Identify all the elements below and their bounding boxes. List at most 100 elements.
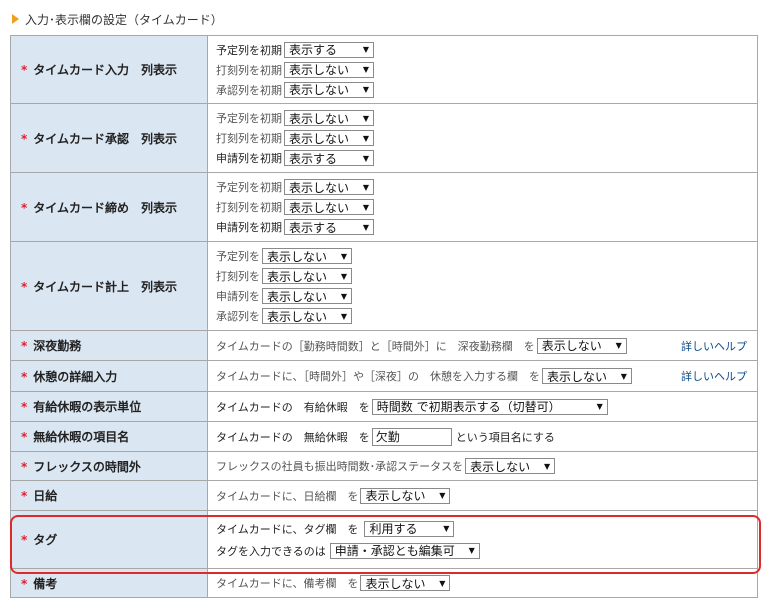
required-mark: * bbox=[21, 430, 28, 444]
chevron-down-icon: ▼ bbox=[362, 222, 369, 232]
chevron-down-icon: ▼ bbox=[615, 341, 622, 350]
setting-line: タイムカードの［勤務時間数］と［時間外］に 深夜勤務欄 を表示しない ▼ bbox=[216, 336, 757, 356]
setting-line: タイムカードに、タグ欄 を利用する ▼ bbox=[216, 518, 757, 540]
setting-line: 打刻列を初期 表示しない ▼ bbox=[216, 128, 757, 148]
chevron-down-icon: ▼ bbox=[362, 202, 369, 212]
setting-line: タイムカードに、備考欄 を表示しない ▼ bbox=[216, 573, 757, 593]
chevron-down-icon: ▼ bbox=[362, 182, 369, 192]
row-label: * タグ bbox=[10, 510, 208, 569]
row-value: フレックスの社員も振出時間数･承認ステータスを 表示しない ▼ bbox=[207, 451, 758, 481]
display-select[interactable]: 表示しない ▼ bbox=[465, 458, 556, 474]
chevron-down-icon: ▼ bbox=[340, 271, 347, 281]
chevron-down-icon: ▼ bbox=[362, 153, 369, 163]
settings-row: * 無給休暇の項目名 タイムカードの 無給休暇 を欠勤 という項目名にする bbox=[10, 421, 758, 452]
setting-line: 予定列を 表示しない ▼ bbox=[216, 246, 757, 266]
section-header: 入力･表示欄の設定（タイムカード） bbox=[12, 8, 223, 30]
display-select[interactable]: 表示する ▼ bbox=[284, 41, 374, 58]
help-link[interactable]: 詳しいヘルプ bbox=[681, 368, 747, 384]
row-label: * タイムカード締め 列表示 bbox=[10, 172, 208, 242]
setting-line: 打刻列を初期 表示しない ▼ bbox=[216, 60, 757, 80]
display-select[interactable]: 表示しない ▼ bbox=[284, 81, 374, 98]
required-mark: * bbox=[21, 369, 28, 384]
display-select[interactable]: 表示する ▼ bbox=[284, 150, 374, 166]
settings-row: * 日給 タイムカードに、日給欄 を表示しない ▼ bbox=[10, 480, 758, 511]
chevron-down-icon: ▼ bbox=[340, 311, 347, 321]
required-mark: * bbox=[21, 200, 28, 215]
settings-row: * フレックスの時間外 フレックスの社員も振出時間数･承認ステータスを 表示しない ▼ bbox=[10, 451, 758, 481]
chevron-down-icon: ▼ bbox=[362, 45, 369, 54]
display-select[interactable]: 表示する ▼ bbox=[284, 219, 374, 235]
settings-row: * タイムカード締め 列表示 予定列を初期 表示しない ▼ 打刻列を初期 表示しない ▼ … bbox=[10, 172, 758, 242]
display-select[interactable]: 表示しない ▼ bbox=[262, 288, 352, 304]
chevron-down-icon: ▼ bbox=[439, 578, 446, 588]
help-link[interactable]: 詳しいヘルプ bbox=[681, 338, 747, 354]
section-title: 入力･表示欄の設定（タイムカード） bbox=[25, 12, 223, 27]
row-value: タイムカードに、日給欄 を表示しない ▼ bbox=[207, 480, 758, 511]
row-value: 予定列を初期 表示しない ▼ 打刻列を初期 表示しない ▼ 申請列を初期 表示する ▼ bbox=[207, 172, 758, 242]
triangle-right-icon bbox=[12, 14, 19, 24]
chevron-down-icon: ▼ bbox=[340, 251, 347, 261]
row-value: タイムカードの［勤務時間数］と［時間外］に 深夜勤務欄 を表示しない ▼ 詳しいヘ… bbox=[207, 330, 758, 361]
display-select[interactable]: 表示しない ▼ bbox=[262, 308, 352, 324]
display-select[interactable]: 表示しない ▼ bbox=[536, 337, 627, 354]
required-mark: * bbox=[21, 489, 28, 503]
settings-row: * 深夜勤務 タイムカードの［勤務時間数］と［時間外］に 深夜勤務欄 を表示しない… bbox=[10, 330, 758, 361]
chevron-down-icon: ▼ bbox=[362, 85, 369, 94]
required-mark: * bbox=[21, 459, 28, 474]
row-label: * 深夜勤務 bbox=[10, 330, 208, 361]
chevron-down-icon: ▼ bbox=[439, 491, 446, 500]
setting-line: 申請列を初期 表示する ▼ bbox=[216, 148, 757, 168]
row-value: 予定列を初期 表示する ▼ 打刻列を初期 表示しない ▼ 承認列を初期 表示しない ▼ bbox=[207, 35, 758, 104]
chevron-down-icon: ▼ bbox=[596, 402, 603, 411]
setting-line: 予定列を初期 表示しない ▼ bbox=[216, 177, 757, 197]
setting-line: タグを入力できるのは 申請・承認とも編集可 ▼ bbox=[216, 540, 757, 562]
row-value: タイムカードに、備考欄 を表示しない ▼ bbox=[207, 568, 758, 598]
row-value: タイムカードに、［時間外］や［深夜］の 休憩を入力する欄 を表示しない ▼ 詳しい… bbox=[207, 360, 758, 392]
setting-line: 申請列を 表示しない ▼ bbox=[216, 286, 757, 306]
tag-usage-select[interactable]: 利用する ▼ bbox=[364, 520, 455, 537]
chevron-down-icon: ▼ bbox=[362, 65, 369, 74]
setting-line: 予定列を初期 表示する ▼ bbox=[216, 40, 757, 60]
row-value: タイムカードの 有給休暇 を時間数 で初期表示する（切替可） ▼ bbox=[207, 391, 758, 422]
display-select[interactable]: 表示しない ▼ bbox=[284, 110, 374, 126]
unpaid-leave-name-input[interactable]: 欠勤 bbox=[371, 427, 452, 446]
display-select[interactable]: 表示しない ▼ bbox=[360, 575, 451, 591]
display-select[interactable]: 表示しない ▼ bbox=[360, 487, 451, 504]
row-label: * 無給休暇の項目名 bbox=[10, 421, 208, 452]
setting-line: フレックスの社員も振出時間数･承認ステータスを 表示しない ▼ bbox=[216, 456, 757, 476]
settings-row-tag: * タグ タイムカードに、タグ欄 を利用する ▼ タグを入力できるのは 申請・承認とも… bbox=[10, 510, 758, 569]
settings-row: * タイムカード承認 列表示 予定列を初期 表示しない ▼ 打刻列を初期 表示しない ▼ … bbox=[10, 103, 758, 173]
paid-leave-unit-select[interactable]: 時間数 で初期表示する（切替可） ▼ bbox=[371, 398, 608, 415]
display-select[interactable]: 表示しない ▼ bbox=[262, 248, 352, 264]
required-mark: * bbox=[21, 131, 28, 146]
tag-edit-permission-select[interactable]: 申請・承認とも編集可 ▼ bbox=[329, 542, 480, 559]
display-select[interactable]: 表示しない ▼ bbox=[284, 130, 374, 146]
display-select[interactable]: 表示しない ▼ bbox=[284, 61, 374, 78]
setting-line: タイムカードに、日給欄 を表示しない ▼ bbox=[216, 486, 757, 506]
settings-row: * 休憩の詳細入力 タイムカードに、［時間外］や［深夜］の 休憩を入力する欄 を表… bbox=[10, 360, 758, 392]
settings-row: * タイムカード計上 列表示 予定列を 表示しない ▼ 打刻列を 表示しない ▼ 申請列を… bbox=[10, 241, 758, 331]
row-value: 予定列を初期 表示しない ▼ 打刻列を初期 表示しない ▼ 申請列を初期 表示する ▼ bbox=[207, 103, 758, 173]
required-mark: * bbox=[21, 576, 28, 591]
row-label: * タイムカード計上 列表示 bbox=[10, 241, 208, 331]
row-label: * タイムカード入力 列表示 bbox=[10, 35, 208, 104]
chevron-down-icon: ▼ bbox=[443, 524, 450, 533]
row-label: * 休憩の詳細入力 bbox=[10, 360, 208, 392]
setting-line: タイムカードに、［時間外］や［深夜］の 休憩を入力する欄 を表示しない ▼ bbox=[216, 366, 757, 386]
display-select[interactable]: 表示しない ▼ bbox=[284, 179, 374, 195]
row-label: * 日給 bbox=[10, 480, 208, 511]
required-mark: * bbox=[21, 63, 28, 77]
display-select[interactable]: 表示しない ▼ bbox=[284, 199, 374, 215]
row-label: * 有給休暇の表示単位 bbox=[10, 391, 208, 422]
required-mark: * bbox=[21, 533, 28, 547]
required-mark: * bbox=[21, 339, 28, 353]
chevron-down-icon: ▼ bbox=[362, 133, 369, 143]
display-select[interactable]: 表示しない ▼ bbox=[262, 268, 352, 284]
setting-line: タイムカードの 有給休暇 を時間数 で初期表示する（切替可） ▼ bbox=[216, 397, 757, 417]
required-mark: * bbox=[21, 400, 28, 414]
display-select[interactable]: 表示しない ▼ bbox=[541, 368, 632, 384]
row-label: * フレックスの時間外 bbox=[10, 451, 208, 481]
row-value: タイムカードに、タグ欄 を利用する ▼ タグを入力できるのは 申請・承認とも編集可 ▼ bbox=[207, 510, 758, 569]
setting-line: 承認列を初期 表示しない ▼ bbox=[216, 80, 757, 100]
chevron-down-icon: ▼ bbox=[340, 291, 347, 301]
